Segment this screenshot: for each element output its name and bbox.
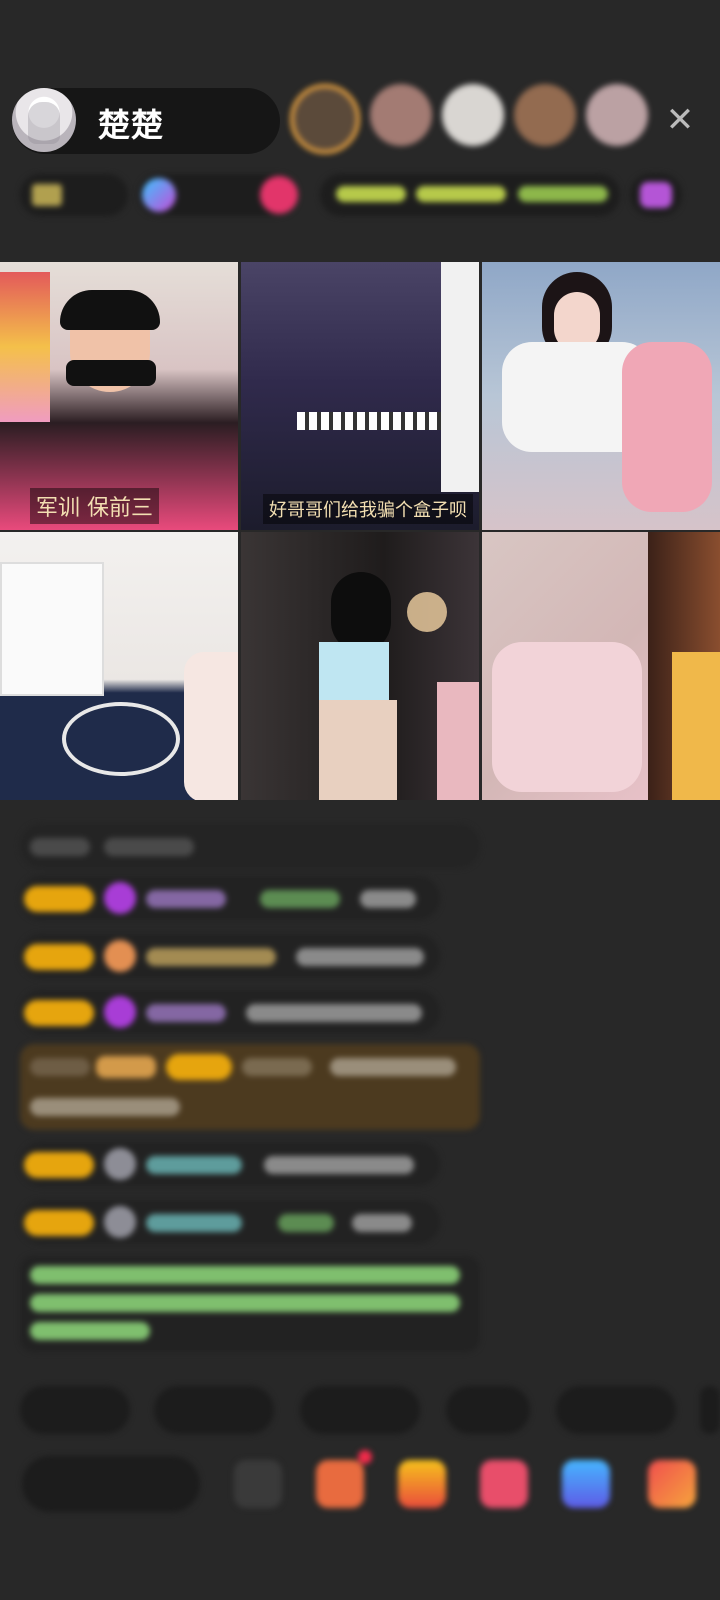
gift-icon[interactable] (398, 1460, 446, 1508)
quick-reply-button[interactable] (446, 1386, 530, 1434)
gift-icon[interactable] (630, 174, 682, 216)
viewer-list (290, 84, 648, 154)
task-icon[interactable] (316, 1450, 372, 1508)
video-cell[interactable] (0, 532, 238, 800)
viewer-avatar[interactable] (290, 84, 360, 154)
share-icon[interactable] (234, 1460, 282, 1508)
host-card[interactable]: 楚楚 (12, 88, 280, 154)
viewer-avatar[interactable] (514, 84, 576, 146)
chat-message[interactable] (20, 1200, 440, 1244)
rank-chip[interactable] (20, 174, 128, 216)
fans-chip[interactable] (138, 174, 298, 216)
fan-club-icon[interactable] (480, 1460, 528, 1508)
activity-chip[interactable] (320, 174, 620, 216)
video-cell[interactable] (241, 532, 479, 800)
viewer-avatar[interactable] (370, 84, 432, 146)
quick-reply-button[interactable] (154, 1386, 274, 1434)
video-grid: 军训 保前三 好哥哥们给我骗个盒子呗 (0, 262, 720, 802)
quick-reply-button[interactable] (556, 1386, 676, 1434)
game-icon[interactable] (562, 1460, 610, 1508)
video-cell[interactable]: 军训 保前三 (0, 262, 238, 530)
video-cell[interactable]: 好哥哥们给我骗个盒子呗 (241, 262, 479, 530)
host-avatar[interactable] (12, 88, 76, 152)
viewer-avatar[interactable] (586, 84, 648, 146)
quick-reply-button[interactable] (300, 1386, 420, 1434)
chat-message[interactable] (20, 1142, 440, 1186)
more-icon[interactable] (648, 1460, 696, 1508)
system-notice (20, 1256, 480, 1352)
video-caption: 好哥哥们给我骗个盒子呗 (263, 494, 473, 524)
chat-message[interactable] (20, 876, 440, 920)
quick-reply-button[interactable] (700, 1386, 720, 1434)
video-cell[interactable] (482, 532, 720, 800)
video-cell[interactable] (482, 262, 720, 530)
quick-reply-button[interactable] (20, 1386, 130, 1434)
chat-message[interactable] (20, 990, 440, 1034)
chat-message[interactable] (20, 934, 440, 978)
viewer-avatar[interactable] (442, 84, 504, 146)
chat-message[interactable] (20, 824, 480, 868)
close-icon[interactable]: ✕ (660, 100, 700, 140)
comment-input[interactable] (22, 1456, 200, 1512)
host-name: 楚楚 (98, 106, 165, 144)
chat-message[interactable] (20, 1044, 480, 1130)
info-toolbar (20, 174, 700, 216)
video-caption: 军训 保前三 (30, 488, 159, 524)
